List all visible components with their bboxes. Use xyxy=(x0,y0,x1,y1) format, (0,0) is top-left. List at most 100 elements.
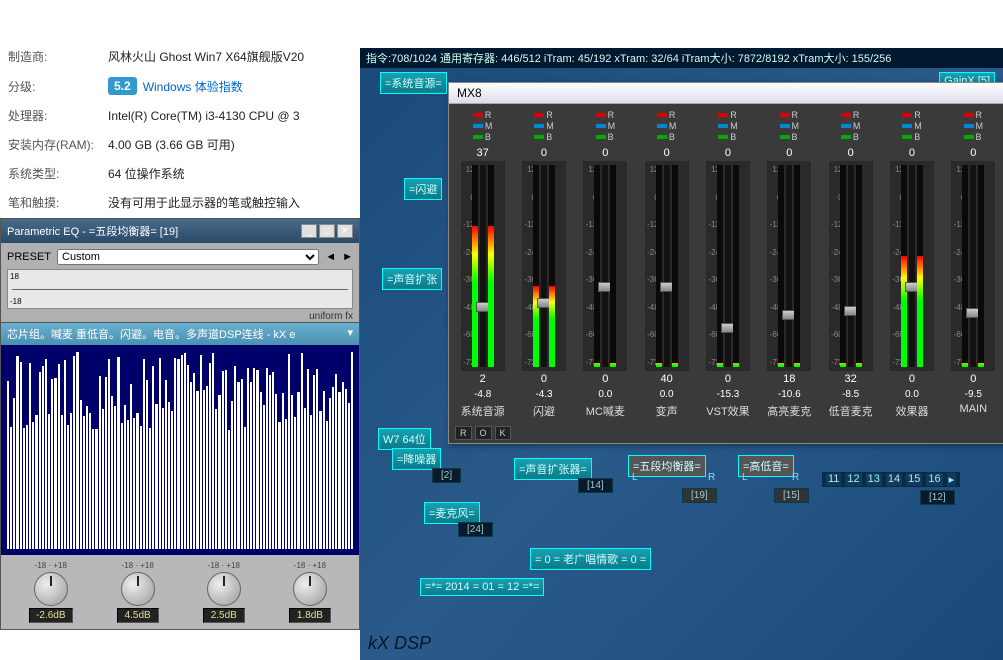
spectrum-window[interactable]: 芯片组。喊麦 重低音。闪避。电音。多声道DSP连线 - kX e ▾ -18 ·… xyxy=(0,322,360,630)
meter xyxy=(962,165,968,367)
led-m-icon[interactable] xyxy=(841,124,851,128)
slider-track[interactable] xyxy=(602,165,608,367)
preset-select[interactable]: Custom xyxy=(57,249,319,265)
parametric-eq-window[interactable]: Parametric EQ - =五段均衡器= [19] _ □ ✕ PRESE… xyxy=(0,218,360,329)
led-b-icon[interactable] xyxy=(964,135,974,139)
knob-row: -18 · +18-2.6dB -18 · +184.5dB -18 · +18… xyxy=(1,555,359,629)
next-icon[interactable]: ► xyxy=(342,251,353,263)
fader[interactable]: 120-12-24-36-48-60-72 xyxy=(951,161,995,371)
db-readout: 0.0 xyxy=(660,389,674,400)
led-m-icon[interactable] xyxy=(780,124,790,128)
lr-l: L xyxy=(632,472,638,483)
sub-15[interactable]: [15] xyxy=(774,488,809,503)
led-r-icon[interactable] xyxy=(964,113,974,117)
slider-track[interactable] xyxy=(786,165,792,367)
slider-track[interactable] xyxy=(970,165,976,367)
sub-24[interactable]: [24] xyxy=(458,522,493,537)
led-b-icon[interactable] xyxy=(657,135,667,139)
led-m-icon[interactable] xyxy=(596,124,606,128)
channel-indicators: RMB xyxy=(473,110,493,142)
slider-track[interactable] xyxy=(725,165,731,367)
node-noise[interactable]: =降噪器 xyxy=(392,448,441,470)
fader[interactable]: 120-12-24-36-48-60-72 xyxy=(829,161,873,371)
knob-dial[interactable] xyxy=(293,572,327,606)
fader[interactable]: 120-12-24-36-48-60-72 xyxy=(583,161,627,371)
prev-icon[interactable]: ◄ xyxy=(325,251,336,263)
led-r-icon[interactable] xyxy=(841,113,851,117)
node-voice-ext1[interactable]: =声音扩张 xyxy=(382,268,442,290)
led-b-icon[interactable] xyxy=(718,135,728,139)
foot-o[interactable]: O xyxy=(475,426,492,440)
slider-track[interactable] xyxy=(848,165,854,367)
numbox[interactable]: 111213141516▸ xyxy=(822,472,960,487)
slider-track[interactable] xyxy=(909,165,915,367)
node-system-source[interactable]: =系统音源= xyxy=(380,72,447,94)
minimize-icon[interactable]: _ xyxy=(301,224,317,238)
node-voice-ext2[interactable]: =声音扩张器= xyxy=(514,458,592,480)
foot-r[interactable]: R xyxy=(455,426,472,440)
mx8-mixer-window[interactable]: MX8 RMB37120-12-24-36-48-60-722-4.8系统音源R… xyxy=(448,82,1003,444)
led-m-icon[interactable] xyxy=(902,124,912,128)
channel-label: 变声 xyxy=(656,403,678,419)
sub-2[interactable]: [2] xyxy=(432,468,461,483)
node-w7[interactable]: W7 64位 xyxy=(378,428,431,450)
node-flash[interactable]: =闪避 xyxy=(404,178,442,200)
chevron-right-icon[interactable]: ▸ xyxy=(947,473,957,486)
wei-link[interactable]: Windows 体验指数 xyxy=(143,78,243,95)
led-b-icon[interactable] xyxy=(534,135,544,139)
sub-12[interactable]: [12] xyxy=(920,490,955,505)
fader[interactable]: 120-12-24-36-48-60-72 xyxy=(890,161,934,371)
knob-dial[interactable] xyxy=(207,572,241,606)
led-b-icon[interactable] xyxy=(841,135,851,139)
foot-k[interactable]: K xyxy=(495,426,511,440)
knob-dial[interactable] xyxy=(121,572,155,606)
close-icon[interactable]: ✕ xyxy=(337,224,353,238)
led-b-icon[interactable] xyxy=(473,135,483,139)
node-date[interactable]: =*= 2014 = 01 = 12 =*= xyxy=(420,578,544,596)
led-m-icon[interactable] xyxy=(718,124,728,128)
wei-badge[interactable]: 5.2 Windows 体验指数 xyxy=(108,77,243,95)
eq-knob-3[interactable]: -18 · +182.5dB xyxy=(203,561,245,623)
spectrum-titlebar[interactable]: 芯片组。喊麦 重低音。闪避。电音。多声道DSP连线 - kX e ▾ xyxy=(1,323,359,345)
fader[interactable]: 120-12-24-36-48-60-72 xyxy=(767,161,811,371)
slider-track[interactable] xyxy=(541,165,547,367)
led-r-icon[interactable] xyxy=(534,113,544,117)
channel-indicators: RMB xyxy=(534,110,554,142)
eq-titlebar[interactable]: Parametric EQ - =五段均衡器= [19] _ □ ✕ xyxy=(1,219,359,243)
node-song[interactable]: = 0 = 老广唱情歌 = 0 = xyxy=(530,548,651,570)
led-r-icon[interactable] xyxy=(718,113,728,117)
led-m-icon[interactable] xyxy=(657,124,667,128)
mx8-titlebar[interactable]: MX8 xyxy=(449,83,1003,104)
led-r-icon[interactable] xyxy=(657,113,667,117)
db-readout: 0.0 xyxy=(905,389,919,400)
fader[interactable]: 120-12-24-36-48-60-72 xyxy=(461,161,505,371)
knob-dial[interactable] xyxy=(34,572,68,606)
led-m-icon[interactable] xyxy=(534,124,544,128)
fader[interactable]: 120-12-24-36-48-60-72 xyxy=(706,161,750,371)
eq-graph[interactable]: 18 -18 xyxy=(7,269,353,309)
led-r-icon[interactable] xyxy=(780,113,790,117)
fader[interactable]: 120-12-24-36-48-60-72 xyxy=(645,161,689,371)
node-mic[interactable]: =麦克风= xyxy=(424,502,480,524)
dropdown-icon[interactable]: ▾ xyxy=(347,326,353,342)
led-m-icon[interactable] xyxy=(964,124,974,128)
led-r-icon[interactable] xyxy=(596,113,606,117)
led-r-icon[interactable] xyxy=(902,113,912,117)
led-b-icon[interactable] xyxy=(596,135,606,139)
led-b-icon[interactable] xyxy=(902,135,912,139)
sub-19[interactable]: [19] xyxy=(682,488,717,503)
led-r-icon[interactable] xyxy=(473,113,483,117)
node-five-eq[interactable]: =五段均衡器= xyxy=(628,455,706,477)
sub-14[interactable]: [14] xyxy=(578,478,613,493)
meter xyxy=(840,165,846,367)
led-b-icon[interactable] xyxy=(780,135,790,139)
maximize-icon[interactable]: □ xyxy=(319,224,335,238)
eq-knob-4[interactable]: -18 · +181.8dB xyxy=(289,561,331,623)
fader[interactable]: 120-12-24-36-48-60-72 xyxy=(522,161,566,371)
led-m-icon[interactable] xyxy=(473,124,483,128)
eq-knob-2[interactable]: -18 · +184.5dB xyxy=(117,561,159,623)
slider-track[interactable] xyxy=(664,165,670,367)
meter xyxy=(656,165,662,367)
eq-knob-1[interactable]: -18 · +18-2.6dB xyxy=(29,561,72,623)
slider-track[interactable] xyxy=(480,165,486,367)
